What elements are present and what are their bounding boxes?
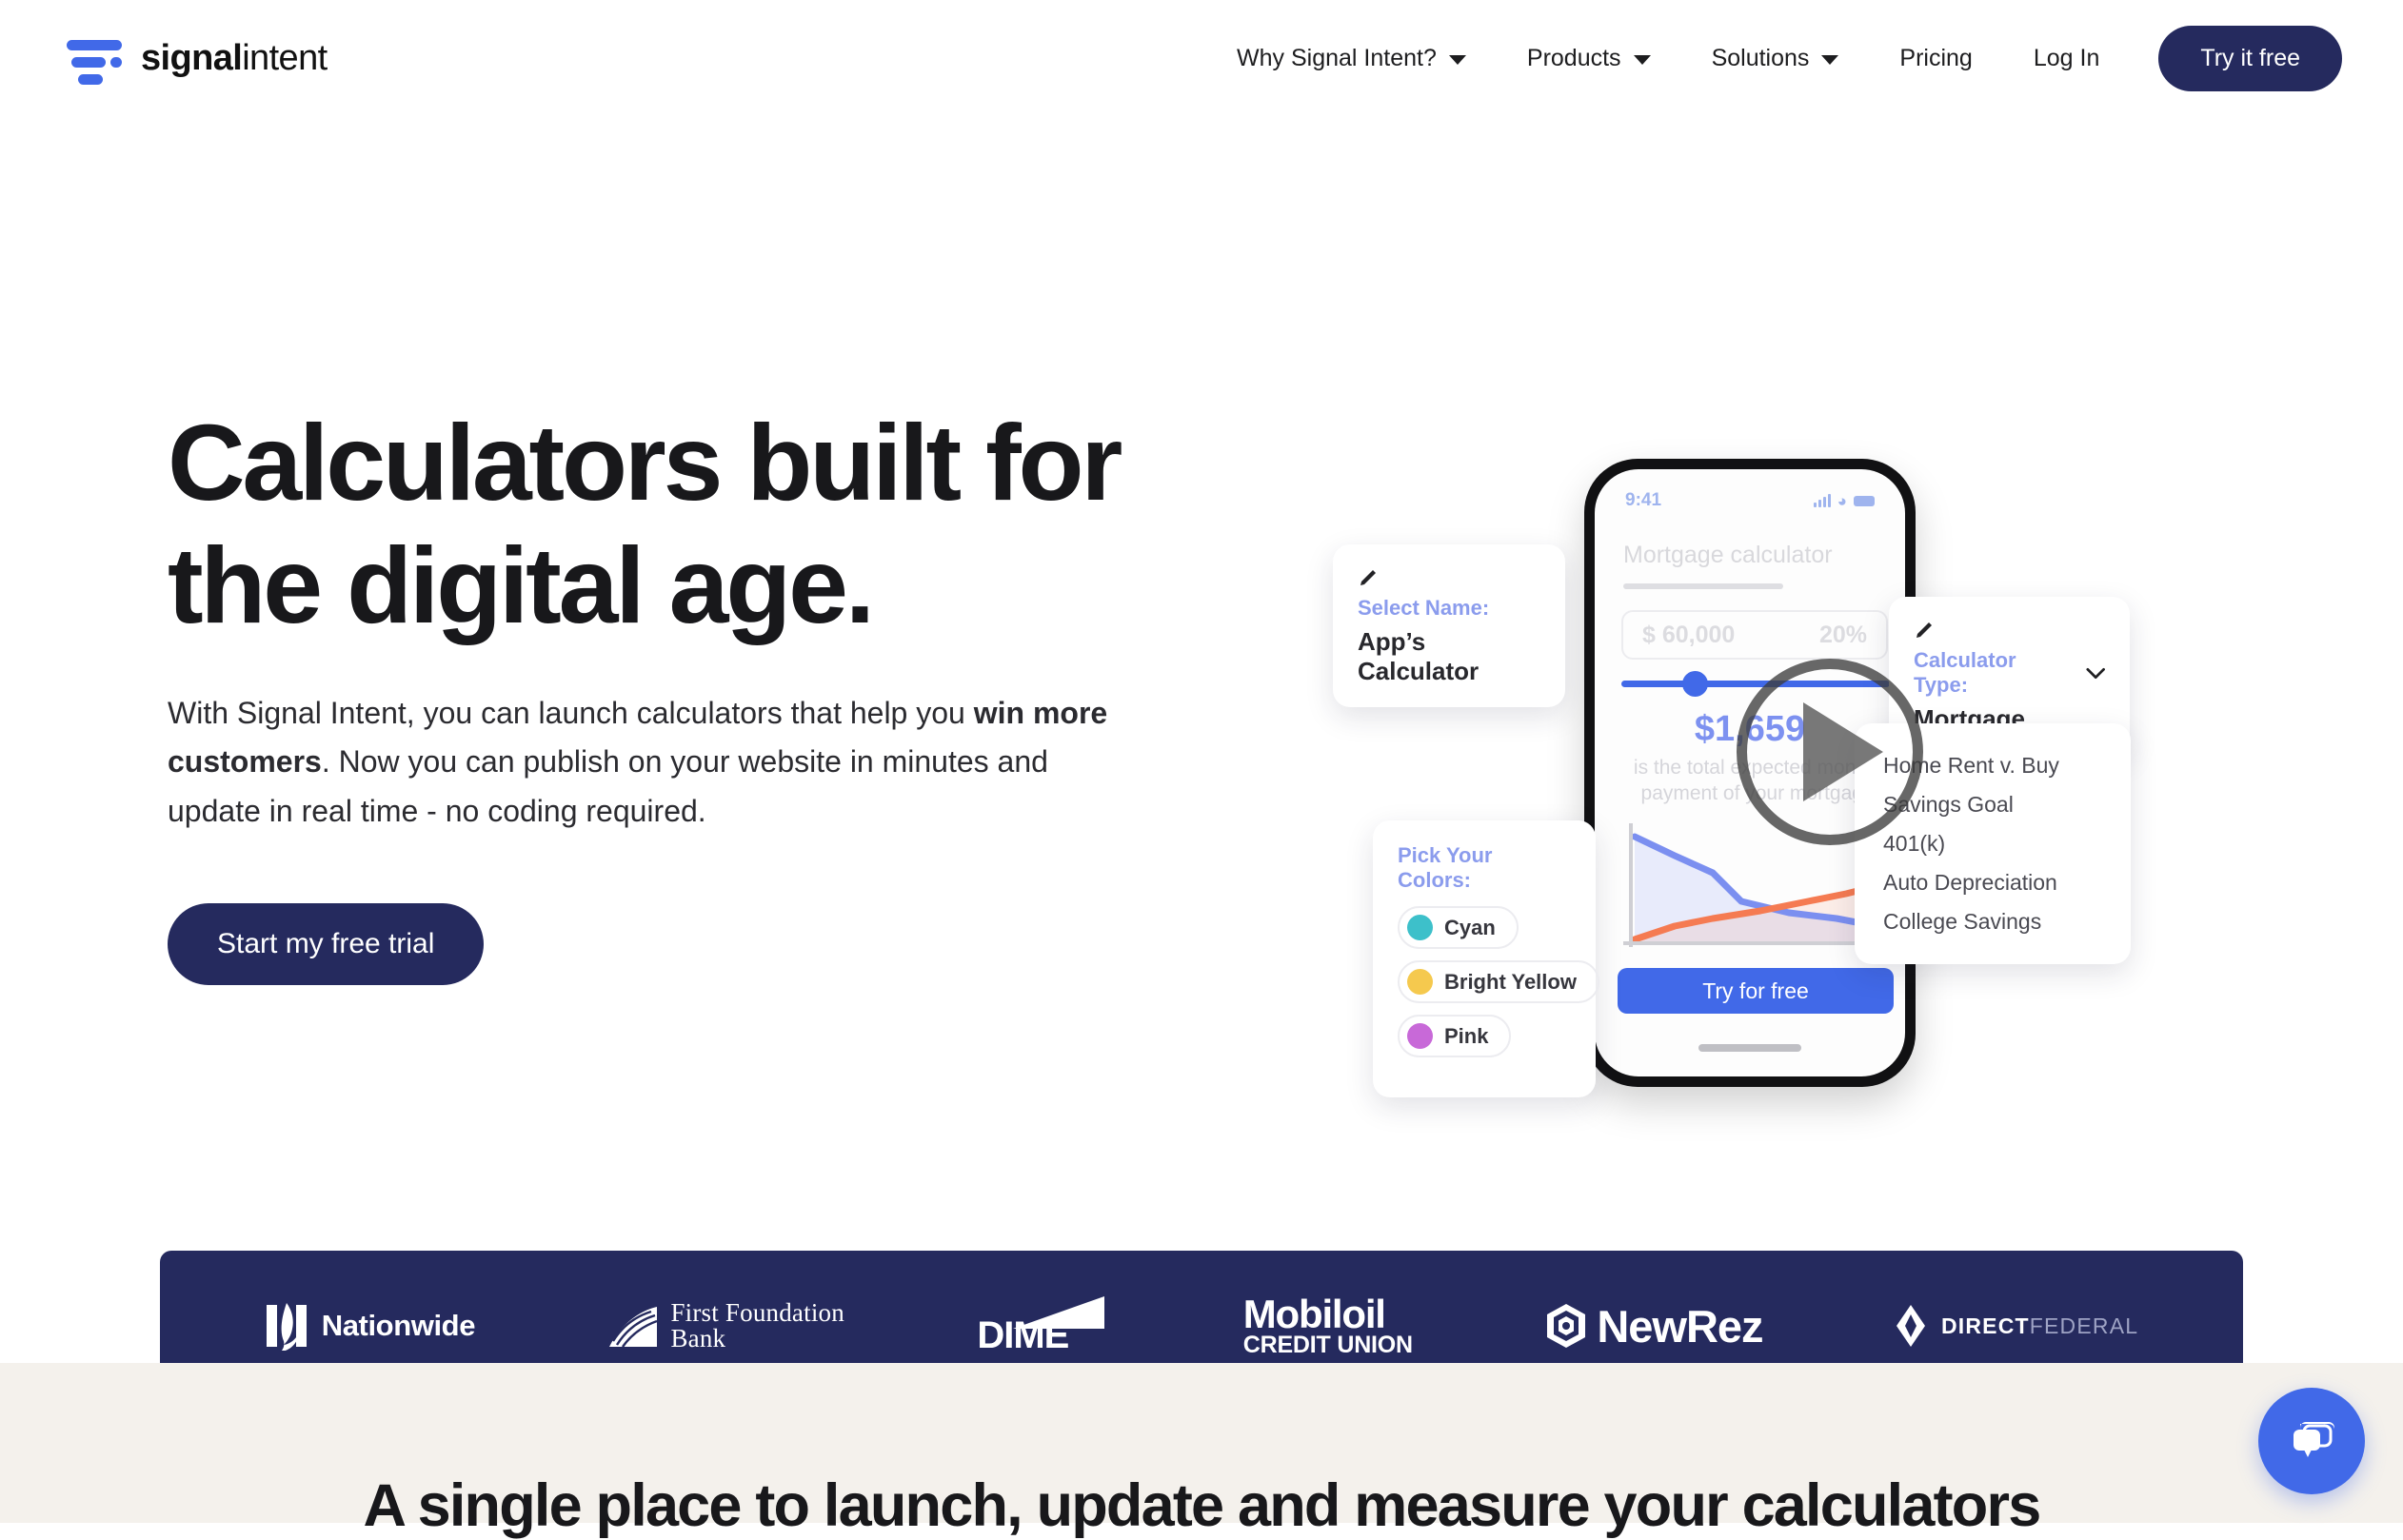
color-option-bright-yellow[interactable]: Bright Yellow — [1398, 960, 1599, 1003]
select-name-value: App’s Calculator — [1358, 627, 1540, 686]
logo-mobiloil-credit-union: Mobiloil CREDIT UNION — [1243, 1295, 1413, 1356]
phone-home-indicator — [1698, 1044, 1801, 1052]
features-section-title: A single place to launch, update and mea… — [0, 1471, 2403, 1540]
color-option-cyan[interactable]: Cyan — [1398, 906, 1519, 949]
color-swatch-icon — [1407, 915, 1433, 940]
list-item[interactable]: College Savings — [1883, 902, 2102, 941]
hero-description-part1: With Signal Intent, you can launch calcu… — [168, 696, 974, 730]
brand-wordmark: signalintent — [141, 38, 328, 79]
status-time: 9:41 — [1625, 490, 1661, 511]
nav-item-pricing[interactable]: Pricing — [1869, 45, 2002, 72]
select-name-label: Select Name: — [1358, 596, 1540, 621]
logo-newrez: NewRez — [1545, 1300, 1762, 1352]
pick-colors-title: Pick Your Colors: — [1398, 843, 1571, 893]
nav-label: Pricing — [1899, 45, 1972, 72]
nav-item-products[interactable]: Products — [1497, 45, 1681, 72]
battery-icon — [1854, 496, 1875, 506]
cellular-signal-icon — [1814, 494, 1831, 507]
phone-amount-value: $ 60,000 — [1642, 622, 1735, 649]
chevron-down-icon[interactable] — [2086, 667, 2105, 680]
logo-label-line1: Mobiloil — [1243, 1295, 1413, 1333]
color-option-label: Pink — [1444, 1024, 1488, 1049]
logo-label-line2: CREDIT UNION — [1243, 1333, 1413, 1356]
chat-bubble-icon — [2285, 1414, 2338, 1468]
select-name-card[interactable]: Select Name: App’s Calculator — [1333, 544, 1565, 707]
logo-label-line2: Bank — [670, 1326, 844, 1352]
logo-label: DIME — [977, 1314, 1068, 1357]
nav-item-log-in[interactable]: Log In — [2003, 45, 2131, 72]
hero-description: With Signal Intent, you can launch calcu… — [168, 689, 1129, 837]
color-option-label: Cyan — [1444, 916, 1496, 940]
logo-direct-federal: DIRECTFEDERAL — [1896, 1304, 2138, 1348]
direct-federal-diamond-icon — [1896, 1304, 1926, 1348]
list-item[interactable]: 401(k) — [1883, 824, 2102, 863]
phone-divider — [1623, 583, 1783, 589]
nav-item-solutions[interactable]: Solutions — [1681, 45, 1870, 72]
hero-title-line1: Calculators built for — [168, 403, 1120, 523]
signal-bars-icon — [67, 33, 122, 83]
brand-name-part1: signal — [141, 38, 242, 78]
play-icon[interactable] — [1737, 659, 1923, 845]
logo-nationwide: Nationwide — [265, 1301, 475, 1351]
color-option-label: Bright Yellow — [1444, 970, 1577, 995]
status-indicators: ◕ — [1814, 493, 1875, 509]
newrez-emblem-icon — [1545, 1303, 1587, 1349]
logo-label-line2: FEDERAL — [2030, 1313, 2138, 1338]
pencil-icon — [1358, 565, 1380, 588]
chat-widget-button[interactable] — [2258, 1388, 2365, 1494]
nav-item-why-signal-intent[interactable]: Why Signal Intent? — [1206, 45, 1497, 72]
site-header: signalintent Why Signal Intent? Products… — [0, 0, 2403, 116]
phone-try-for-free-button[interactable]: Try for free — [1618, 968, 1894, 1014]
color-option-pink[interactable]: Pink — [1398, 1015, 1511, 1057]
nav-label: Solutions — [1712, 45, 1810, 72]
brand-name-part2: intent — [242, 38, 327, 78]
nav-label: Why Signal Intent? — [1237, 45, 1437, 72]
calculator-type-label: Calculator Type: — [1914, 648, 2065, 698]
hero-section: Calculators built for the digital age. W… — [0, 116, 2403, 1363]
hero-copy: Calculators built for the digital age. W… — [168, 402, 1243, 985]
list-item[interactable]: Savings Goal — [1883, 785, 2102, 824]
list-item[interactable]: Auto Depreciation — [1883, 863, 2102, 902]
phone-calculator-title: Mortgage calculator — [1623, 542, 1833, 569]
features-section: A single place to launch, update and mea… — [0, 1363, 2403, 1523]
page-title: Calculators built for the digital age. — [168, 402, 1243, 647]
chevron-down-icon — [1821, 55, 1838, 65]
first-foundation-mark-icon — [607, 1303, 659, 1349]
main-navigation: Why Signal Intent? Products Solutions Pr… — [1206, 26, 2342, 91]
nav-label: Products — [1527, 45, 1621, 72]
logo-label-line1: First Foundation — [670, 1300, 844, 1326]
logo-label: NewRez — [1597, 1300, 1762, 1352]
phone-percent-value: 20% — [1819, 622, 1867, 649]
product-mockup: 9:41 ◕ Mortgage calculator $ 60,000 20% … — [1333, 430, 2285, 1116]
logo-dime: DIME — [977, 1293, 1110, 1359]
chevron-down-icon — [1634, 55, 1651, 65]
phone-status-bar: 9:41 ◕ — [1595, 490, 1905, 511]
logo-label: Nationwide — [322, 1309, 475, 1343]
color-swatch-icon — [1407, 969, 1433, 995]
wifi-icon: ◕ — [1837, 493, 1847, 509]
brand-logo[interactable]: signalintent — [67, 33, 328, 83]
phone-amount-field[interactable]: $ 60,000 20% — [1621, 610, 1888, 660]
chevron-down-icon — [1449, 55, 1466, 65]
pencil-icon — [1914, 618, 1936, 641]
logo-label-line1: DIRECT — [1941, 1313, 2030, 1338]
color-swatch-icon — [1407, 1023, 1433, 1049]
phone-slider-handle[interactable] — [1682, 671, 1708, 697]
hero-title-line2: the digital age. — [168, 525, 872, 645]
logo-first-foundation-bank: First Foundation Bank — [607, 1300, 844, 1352]
nav-label: Log In — [2034, 45, 2100, 72]
nationwide-eagle-icon — [265, 1301, 308, 1351]
try-it-free-button[interactable]: Try it free — [2158, 26, 2342, 91]
start-my-free-trial-button[interactable]: Start my free trial — [168, 903, 484, 985]
pick-colors-card[interactable]: Pick Your Colors: Cyan Bright Yellow Pin… — [1373, 820, 1596, 1097]
